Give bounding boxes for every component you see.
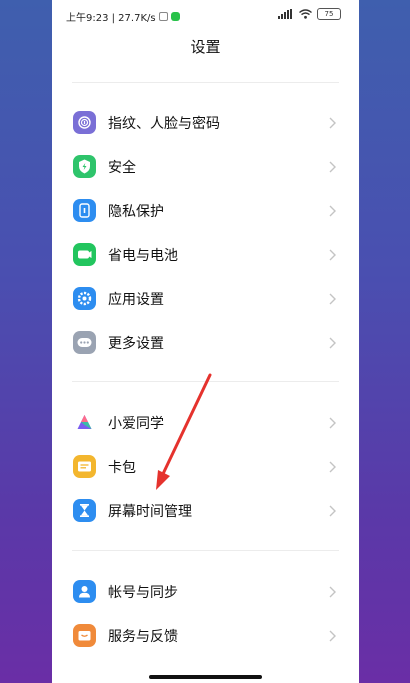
privacy-icon: [73, 199, 96, 222]
settings-item-label: 安全: [108, 160, 136, 176]
settings-item-app-settings[interactable]: 应用设置: [52, 277, 359, 321]
chevron-right-icon: [329, 161, 336, 173]
wifi-icon: [299, 9, 312, 19]
service-feedback-icon: [73, 624, 96, 647]
settings-item-account-sync[interactable]: 帐号与同步: [52, 570, 359, 614]
settings-item-label: 帐号与同步: [108, 585, 178, 601]
settings-item-more-settings[interactable]: 更多设置: [52, 321, 359, 365]
settings-item-card-wallet[interactable]: 卡包: [52, 445, 359, 489]
chevron-right-icon: [329, 417, 336, 429]
status-left: 上午9:23 | 27.7K/s: [66, 9, 180, 24]
divider: [72, 82, 339, 83]
settings-item-label: 省电与电池: [108, 248, 178, 264]
settings-item-label: 卡包: [108, 460, 136, 476]
signal-icon: [278, 9, 292, 19]
settings-item-privacy[interactable]: 隐私保护: [52, 189, 359, 233]
settings-item-xiaoai[interactable]: 小爱同学: [52, 401, 359, 445]
settings-item-label: 隐私保护: [108, 204, 164, 220]
account-icon: [73, 580, 96, 603]
settings-screen: 上午9:23 | 27.7K/s 75 设置 指纹、人脸与密码 安全 隐私保护 …: [52, 0, 359, 683]
chevron-right-icon: [329, 337, 336, 349]
divider: [72, 550, 339, 551]
settings-item-label: 更多设置: [108, 336, 164, 352]
fingerprint-icon: [73, 111, 96, 134]
shield-bolt-icon: [73, 155, 96, 178]
chevron-right-icon: [329, 505, 336, 517]
wechat-icon: [170, 12, 180, 21]
status-time-speed: 上午9:23 | 27.7K/s: [66, 13, 156, 24]
hourglass-icon: [73, 499, 96, 522]
settings-item-label: 服务与反馈: [108, 629, 178, 645]
chevron-right-icon: [329, 630, 336, 642]
settings-item-label: 指纹、人脸与密码: [108, 116, 220, 132]
settings-item-label: 应用设置: [108, 292, 164, 308]
more-dots-icon: [73, 331, 96, 354]
settings-item-screen-time[interactable]: 屏幕时间管理: [52, 489, 359, 533]
divider: [72, 381, 339, 382]
settings-item-fingerprint[interactable]: 指纹、人脸与密码: [52, 101, 359, 145]
battery-indicator: 75: [317, 8, 341, 20]
settings-item-battery[interactable]: 省电与电池: [52, 233, 359, 277]
page-title: 设置: [190, 38, 221, 56]
home-indicator[interactable]: [149, 675, 262, 679]
status-right: 75: [278, 8, 341, 20]
chevron-right-icon: [329, 586, 336, 598]
settings-item-service-feedback[interactable]: 服务与反馈: [52, 614, 359, 658]
battery-icon: [73, 243, 96, 266]
chevron-right-icon: [329, 117, 336, 129]
notification-icon: [158, 12, 168, 21]
chevron-right-icon: [329, 249, 336, 261]
card-wallet-icon: [73, 455, 96, 478]
status-bar: 上午9:23 | 27.7K/s 75: [52, 0, 359, 30]
settings-item-label: 屏幕时间管理: [108, 504, 192, 520]
chevron-right-icon: [329, 293, 336, 305]
chevron-right-icon: [329, 461, 336, 473]
gear-icon: [73, 287, 96, 310]
settings-item-security[interactable]: 安全: [52, 145, 359, 189]
chevron-right-icon: [329, 205, 336, 217]
settings-item-label: 小爱同学: [108, 416, 164, 432]
xiaoai-icon: [73, 411, 96, 434]
